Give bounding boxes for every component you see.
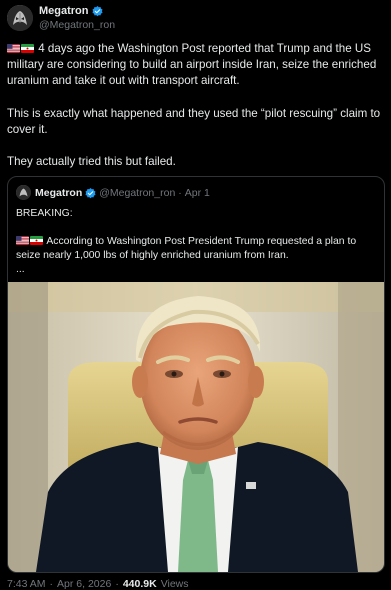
views-label: Views [160,578,189,590]
footer-separator: · [49,578,54,590]
quoted-headline: BREAKING: [16,208,73,219]
views-count: 440.9K [122,578,157,590]
author-name-row[interactable]: Megatron [39,5,103,17]
us-flag-icon [16,236,29,245]
footer-separator: · [115,578,119,590]
quoted-author-name[interactable]: Megatron [35,187,82,199]
quoted-tweet-photo[interactable] [8,282,384,572]
post-time[interactable]: 7:43 AM [7,578,46,590]
quoted-tweet-header: Megatron @Megatron_ron · Apr 1 [35,187,210,199]
iran-flag-icon [30,236,43,245]
quoted-author-handle[interactable]: @Megatron_ron [99,187,175,199]
tweet-paragraph-3: They actually tried this but failed. [7,155,176,169]
post-date[interactable]: Apr 6, 2026 [57,578,111,590]
author-avatar[interactable] [7,5,33,31]
tweet-footer: 7:43 AM · Apr 6, 2026 · 440.9K Views [7,578,189,590]
tweet[interactable]: Megatron @Megatron_ron 4 days ago the Wa… [0,0,391,590]
quoted-paragraph-text: According to Washington Post President T… [16,236,357,261]
author-handle[interactable]: @Megatron_ron [39,19,115,31]
quoted-separator: · [178,187,182,199]
quoted-ellipsis: ... [16,264,25,275]
quoted-date[interactable]: Apr 1 [185,187,210,199]
tweet-paragraph-1-text: 4 days ago the Washington Post reported … [7,42,377,88]
verified-badge-icon [85,187,96,199]
tweet-text: 4 days ago the Washington Post reported … [7,41,385,170]
author-name[interactable]: Megatron [39,5,89,17]
verified-badge-icon [92,5,103,17]
us-flag-icon [7,44,20,53]
tweet-paragraph-1: 4 days ago the Washington Post reported … [7,41,385,90]
quoted-author-avatar[interactable] [16,185,31,200]
quoted-paragraph: According to Washington Post President T… [16,235,376,263]
tweet-paragraph-2: This is exactly what happened and they u… [7,106,381,136]
quoted-tweet-card[interactable]: Megatron @Megatron_ron · Apr 1 BREAKING: [7,176,385,573]
quoted-tweet-text: BREAKING: According to Washington Post P… [16,207,376,277]
iran-flag-icon [21,44,34,53]
